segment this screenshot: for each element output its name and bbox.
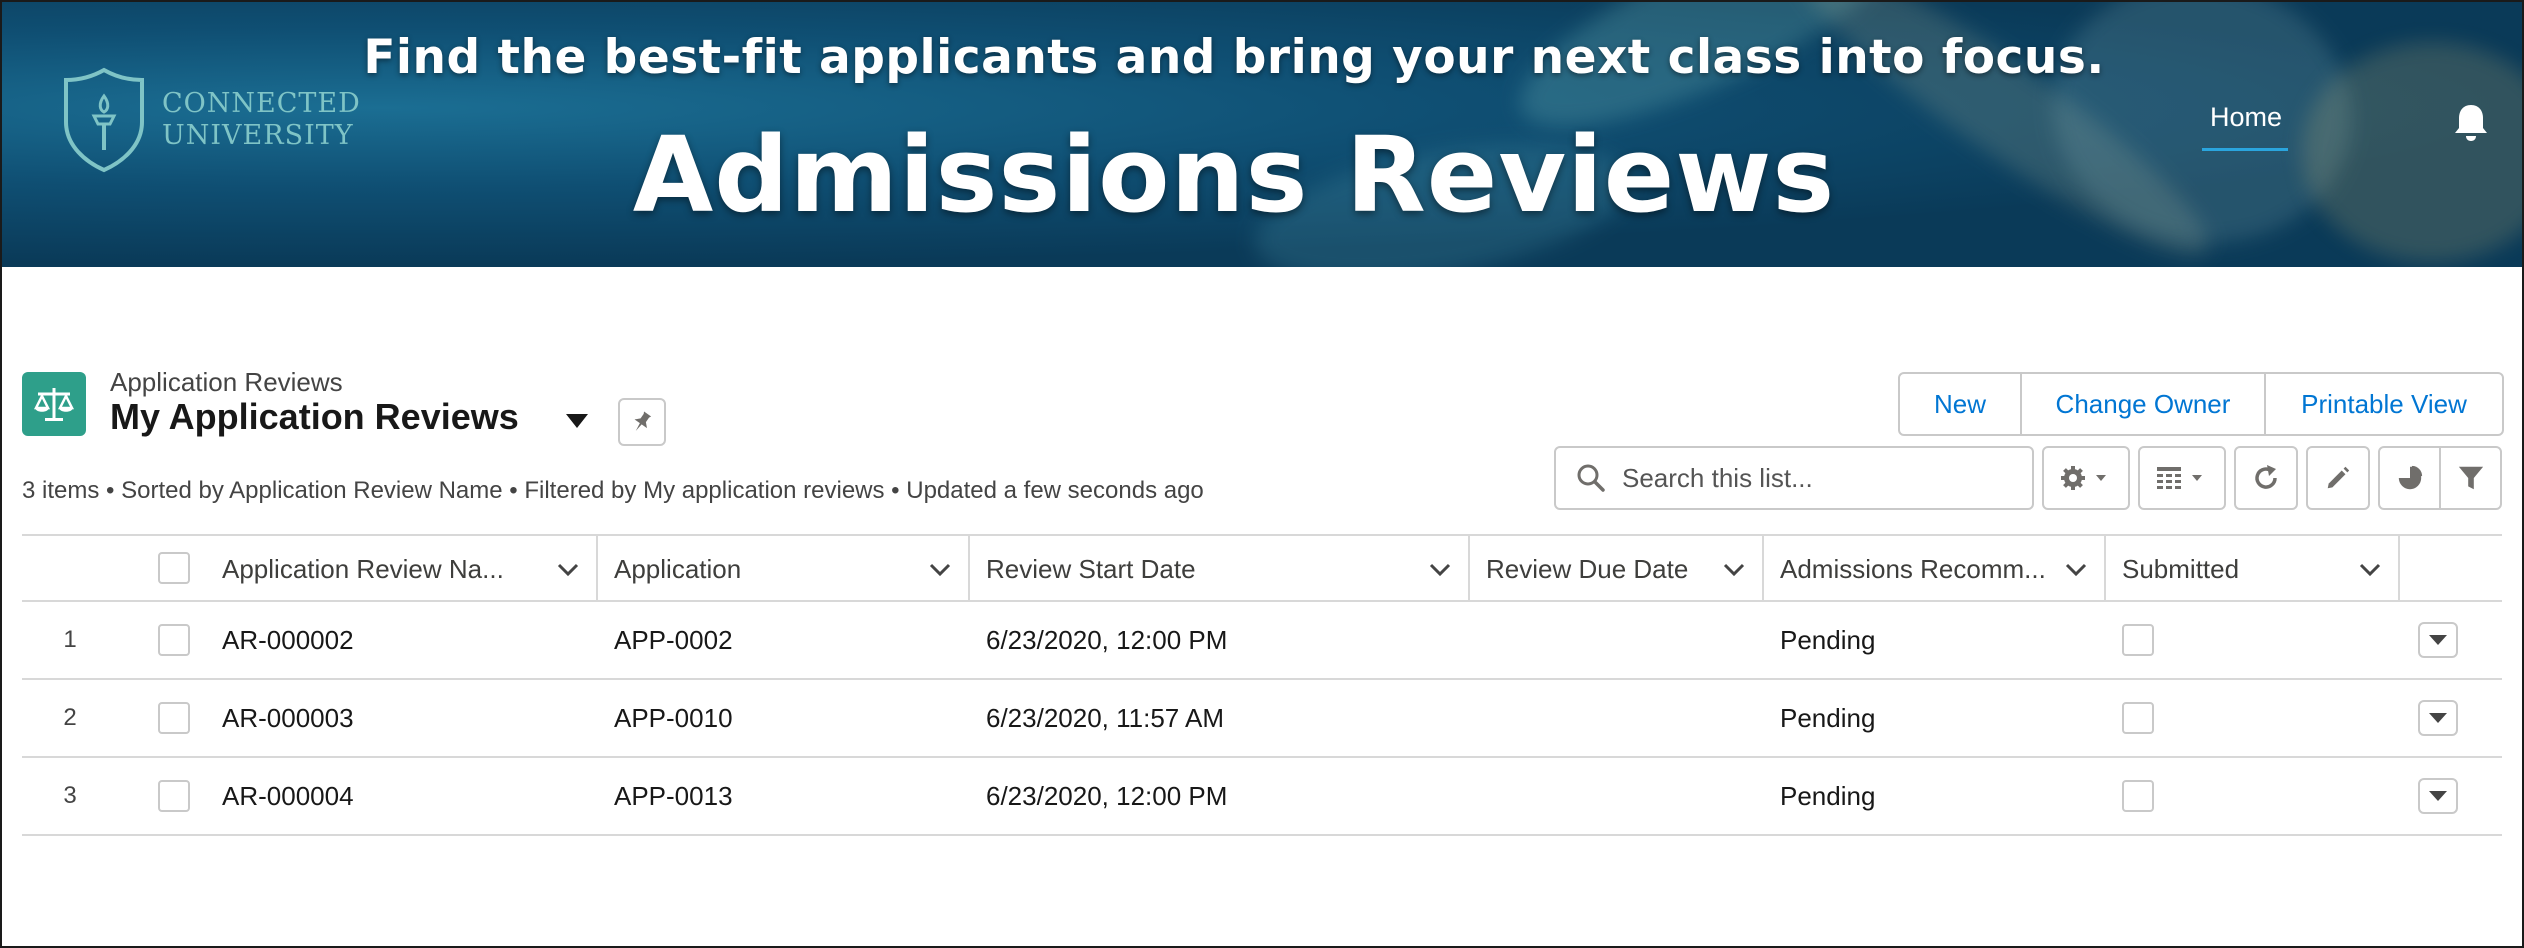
hero-banner: CONNECTED UNIVERSITY Find the best-fit a… — [2, 2, 2522, 267]
list-view-name[interactable]: My Application Reviews — [110, 396, 519, 438]
application-link[interactable]: APP-0002 — [614, 602, 733, 678]
chevron-down-icon[interactable] — [1722, 558, 1746, 580]
row-number: 2 — [63, 704, 77, 731]
application-link[interactable]: APP-0013 — [614, 758, 733, 834]
row-number: 3 — [63, 782, 77, 809]
chevron-down-icon — [2429, 713, 2447, 723]
banner-tagline: Find the best-fit applicants and bring y… — [363, 30, 2105, 85]
admissions-recommendation: Pending — [1780, 624, 1876, 655]
list-view-switcher-icon[interactable] — [564, 412, 590, 430]
review-name-link[interactable]: AR-000003 — [222, 680, 354, 756]
search-placeholder: Search this list... — [1622, 462, 1813, 493]
row-actions-button[interactable] — [2418, 622, 2458, 658]
column-header-review-start-date[interactable]: Review Start Date — [970, 536, 1470, 602]
chevron-down-icon[interactable] — [928, 558, 952, 580]
chevron-down-icon — [2429, 791, 2447, 801]
chevron-down-icon[interactable] — [2358, 558, 2382, 580]
list-settings-button[interactable] — [2042, 446, 2130, 510]
banner-title: Admissions Reviews — [632, 114, 1836, 236]
show-charts-button[interactable] — [2380, 448, 2439, 508]
gear-icon — [2061, 466, 2106, 490]
change-owner-button[interactable]: Change Owner — [2020, 374, 2264, 434]
review-start-date: 6/23/2020, 12:00 PM — [986, 624, 1228, 655]
chevron-down-icon[interactable] — [556, 558, 580, 580]
column-header-application[interactable]: Application — [598, 536, 970, 602]
submitted-checkbox — [2122, 780, 2154, 812]
pin-list-view-button[interactable] — [618, 398, 666, 446]
printable-view-button[interactable]: Printable View — [2264, 374, 2502, 434]
admissions-recommendation: Pending — [1780, 780, 1876, 811]
application-reviews-table: Application Review Na... Application Rev… — [22, 534, 2502, 836]
refresh-icon — [2255, 465, 2277, 489]
nav-active-indicator — [2202, 148, 2288, 151]
filter-button[interactable] — [2439, 448, 2500, 508]
filter-icon — [2458, 466, 2483, 490]
row-select-checkbox[interactable] — [158, 702, 190, 734]
submitted-checkbox — [2122, 702, 2154, 734]
table-row: 2 AR-000003 APP-0010 6/23/2020, 11:57 AM… — [22, 680, 2502, 758]
column-header-submitted[interactable]: Submitted — [2106, 536, 2400, 602]
pencil-icon — [2327, 466, 2350, 489]
column-header-review-due-date[interactable]: Review Due Date — [1470, 536, 1764, 602]
object-label: Application Reviews — [110, 367, 343, 397]
page-frame: CONNECTED UNIVERSITY Find the best-fit a… — [0, 0, 2524, 948]
pie-chart-icon — [2398, 465, 2422, 490]
notification-bell-icon[interactable] — [2452, 102, 2490, 142]
admissions-recommendation: Pending — [1780, 702, 1876, 733]
new-button[interactable]: New — [1900, 374, 2020, 434]
chevron-down-icon[interactable] — [1428, 558, 1452, 580]
submitted-checkbox — [2122, 624, 2154, 656]
refresh-button[interactable] — [2234, 446, 2298, 510]
review-name-link[interactable]: AR-000002 — [222, 602, 354, 678]
table-row: 3 AR-000004 APP-0013 6/23/2020, 12:00 PM… — [22, 758, 2502, 836]
row-select-checkbox[interactable] — [158, 780, 190, 812]
review-name-link[interactable]: AR-000004 — [222, 758, 354, 834]
table-header: Application Review Na... Application Rev… — [22, 534, 2502, 602]
column-header-name[interactable]: Application Review Na... — [222, 536, 598, 602]
row-number: 1 — [63, 626, 77, 653]
table-row: 1 AR-000002 APP-0002 6/23/2020, 12:00 PM… — [22, 602, 2502, 680]
row-select-checkbox[interactable] — [158, 624, 190, 656]
search-icon — [1577, 464, 1605, 492]
table-display-icon — [2157, 467, 2202, 489]
application-link[interactable]: APP-0010 — [614, 680, 733, 756]
select-all-checkbox[interactable] — [158, 552, 190, 584]
pin-icon — [634, 411, 652, 431]
list-summary: 3 items • Sorted by Application Review N… — [22, 477, 1204, 504]
review-start-date: 6/23/2020, 12:00 PM — [986, 780, 1228, 811]
chart-filter-group — [2378, 446, 2502, 510]
display-as-button[interactable] — [2138, 446, 2226, 510]
inline-edit-button[interactable] — [2306, 446, 2370, 510]
search-list-input[interactable]: Search this list... — [1554, 446, 2034, 510]
nav-home-link[interactable]: Home — [2204, 102, 2288, 133]
column-header-admissions-recommendation[interactable]: Admissions Recomm... — [1764, 536, 2106, 602]
row-actions-button[interactable] — [2418, 700, 2458, 736]
list-actions-group: New Change Owner Printable View — [1898, 372, 2504, 436]
scales-icon — [22, 372, 86, 436]
review-start-date: 6/23/2020, 11:57 AM — [986, 702, 1225, 733]
row-actions-button[interactable] — [2418, 778, 2458, 814]
chevron-down-icon[interactable] — [2064, 558, 2088, 580]
chevron-down-icon — [2429, 635, 2447, 645]
